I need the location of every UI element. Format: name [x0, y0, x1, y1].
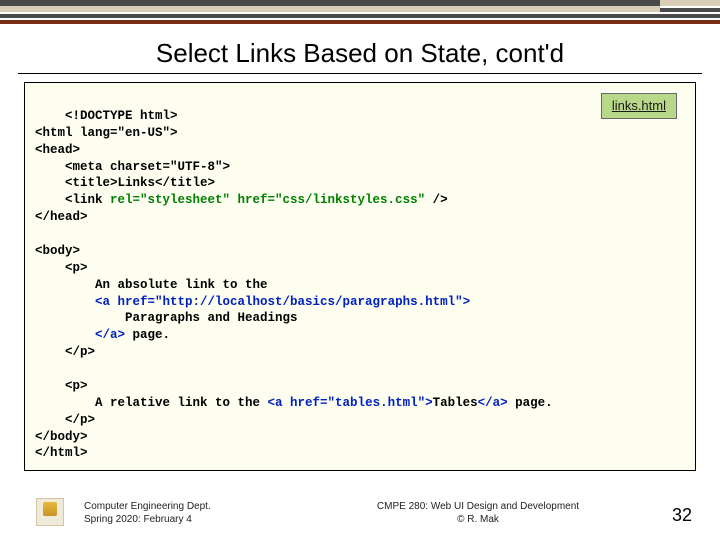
- sjsu-logo-icon: [36, 498, 64, 526]
- code-line: <meta charset="UTF-8">: [35, 160, 230, 174]
- code-line: <p>: [35, 261, 88, 275]
- code-line: <body>: [35, 244, 80, 258]
- code-line: <head>: [35, 143, 80, 157]
- code-line: An absolute link to the: [35, 278, 268, 292]
- code-line: </a> page.: [35, 328, 170, 342]
- code-line: <!DOCTYPE html>: [65, 109, 178, 123]
- filename-badge: links.html: [601, 93, 677, 119]
- slide: Select Links Based on State, cont'd link…: [0, 0, 720, 540]
- page-title: Select Links Based on State, cont'd: [0, 38, 720, 69]
- code-line: [35, 227, 43, 241]
- code-line: <a href="http://localhost/basics/paragra…: [35, 295, 470, 309]
- title-underline: [18, 73, 702, 74]
- code-line: <link rel="stylesheet" href="css/linksty…: [35, 193, 448, 207]
- code-line: A relative link to the <a href="tables.h…: [35, 396, 553, 410]
- code-line: <title>Links</title>: [35, 176, 215, 190]
- code-line: Paragraphs and Headings: [35, 311, 298, 325]
- footer-left: Computer Engineering Dept. Spring 2020: …: [84, 501, 284, 526]
- decorative-top-bars: [0, 0, 720, 24]
- code-line: </p>: [35, 413, 95, 427]
- page-number: 32: [652, 505, 692, 526]
- code-line: </head>: [35, 210, 88, 224]
- code-listing: links.html <!DOCTYPE html> <html lang="en…: [24, 82, 696, 471]
- footer: Computer Engineering Dept. Spring 2020: …: [0, 498, 720, 526]
- code-line: <p>: [35, 379, 88, 393]
- code-line: <html lang="en-US">: [35, 126, 178, 140]
- footer-center: CMPE 280: Web UI Design and Development …: [304, 501, 652, 526]
- code-line: </html>: [35, 446, 88, 460]
- code-line: </body>: [35, 430, 88, 444]
- code-line: [35, 362, 65, 376]
- code-line: </p>: [35, 345, 95, 359]
